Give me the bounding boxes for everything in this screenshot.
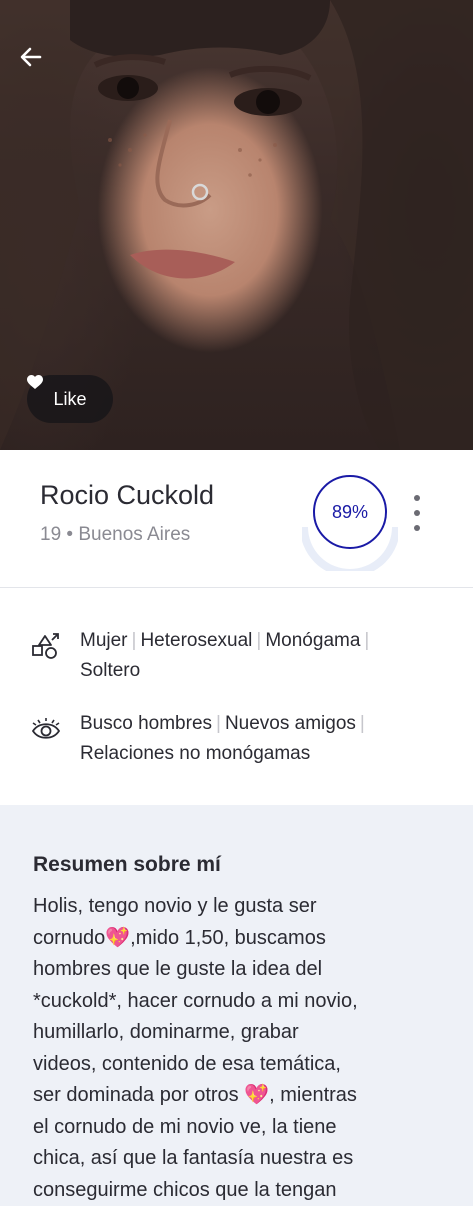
arrow-left-icon [20,47,42,67]
match-score[interactable]: 89% [302,475,398,571]
separator: | [359,713,365,734]
profile-details: Mujer | Heterosexual | Monógama | Soltero Busc… [0,588,473,805]
heart-icon [27,375,43,389]
identity-relationship-style: Monógama [265,630,361,651]
about-section: Resumen sobre mí Holis, tengo novio y le… [0,805,473,1201]
separator: | [216,713,221,734]
like-label: Like [53,388,87,409]
match-percent: 89% [313,475,387,549]
more-options-button[interactable] [405,495,429,531]
looking-for-relationships: Relaciones no monógamas [80,743,311,764]
more-dot [414,510,420,516]
shapes-icon [32,633,59,659]
identity-gender: Mujer [80,630,128,651]
profile-name: Rocio Cuckold [40,480,215,510]
profile-photo[interactable]: Like [0,0,473,450]
about-title: Resumen sobre mí [33,853,221,876]
looking-for-text: Busco hombres | Nuevos amigos | Relaciones n… [80,709,440,769]
more-dot [414,525,420,531]
eye-icon [31,718,61,739]
identity-orientation: Heterosexual [140,630,253,651]
about-body: Holis, tengo novio y le gusta ser cornud… [33,895,358,1201]
separator: | [256,630,262,651]
looking-for-friends: Nuevos amigos [224,713,356,734]
profile-age-location: 19 • Buenos Aires [40,524,191,545]
separator: | [364,630,370,651]
back-button[interactable] [18,44,58,84]
separator: | [131,630,137,651]
profile-header: Rocio Cuckold 19 • Buenos Aires 89% [0,450,473,588]
identity-text: Mujer | Heterosexual | Monógama | Soltero [80,626,440,686]
identity-status: Soltero [80,660,141,681]
like-button[interactable]: Like [27,375,113,423]
looking-for-men: Busco hombres [80,713,213,734]
more-vertical-icon [414,495,420,501]
